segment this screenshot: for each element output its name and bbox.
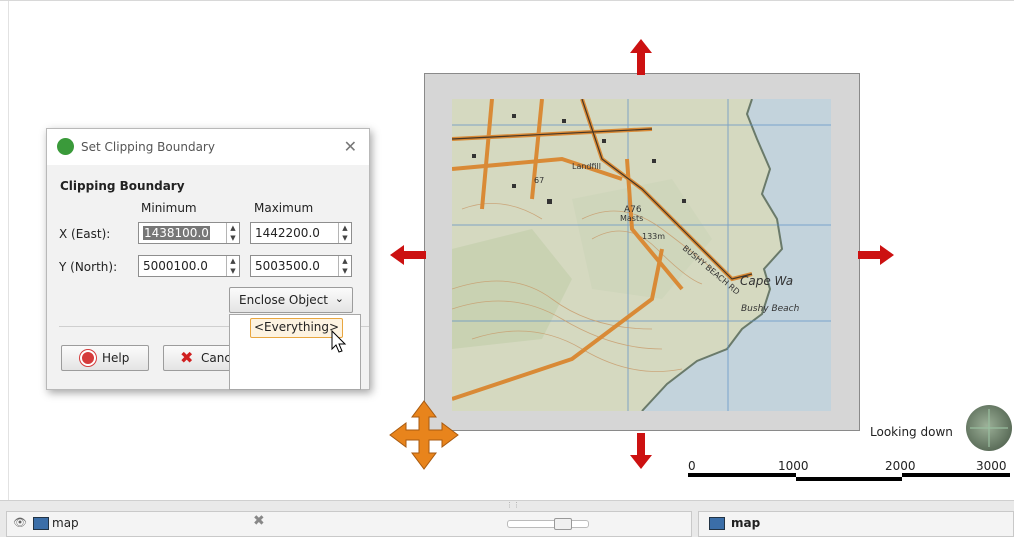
object-name[interactable]: map bbox=[52, 516, 79, 530]
splitter-grip[interactable]: ⋮⋮ bbox=[506, 501, 520, 509]
map-label-landfill: Landfill bbox=[572, 162, 601, 171]
map-label-cape: Cape Wa bbox=[740, 274, 793, 288]
y-max-spinner[interactable]: 5003500.0 ▲ ▼ bbox=[250, 255, 352, 277]
scale-tick-1000: 1000 bbox=[778, 459, 809, 473]
red-x-icon: ✖ bbox=[180, 348, 194, 367]
topographic-map-image: Cape Wa Bushy Beach BUSHY BEACH RD Landf… bbox=[452, 99, 831, 411]
eye-icon[interactable]: 👁 bbox=[13, 516, 27, 529]
enclose-object-label: Enclose Object bbox=[239, 293, 328, 307]
map-label-height: 133m bbox=[642, 232, 665, 241]
map-label-summit: A76 bbox=[624, 205, 642, 215]
map-layer-icon bbox=[709, 517, 725, 530]
compass-icon[interactable] bbox=[966, 405, 1012, 451]
dialog-title: Set Clipping Boundary bbox=[81, 140, 215, 154]
scale-tick-0: 0 bbox=[688, 459, 696, 473]
scale-tick-2000: 2000 bbox=[885, 459, 916, 473]
opacity-slider[interactable] bbox=[507, 518, 589, 530]
objects-panel: 👁 map ✖ bbox=[6, 511, 692, 537]
dialog-titlebar[interactable]: Set Clipping Boundary ✕ bbox=[47, 129, 369, 165]
x-east-label: X (East): bbox=[59, 227, 111, 241]
column-minimum-label: Minimum bbox=[141, 201, 197, 215]
arrow-left-icon[interactable] bbox=[390, 245, 426, 265]
spin-arrows-icon[interactable]: ▲ ▼ bbox=[338, 256, 351, 276]
close-icon[interactable]: ✕ bbox=[344, 137, 357, 156]
mouse-cursor-icon bbox=[331, 330, 347, 353]
scale-tick-3000: 3000 bbox=[976, 459, 1007, 473]
column-maximum-label: Maximum bbox=[254, 201, 314, 215]
move-handle-icon[interactable] bbox=[388, 399, 460, 471]
cancel-label: Canc bbox=[201, 351, 231, 365]
chevron-down-icon: ⌄ bbox=[334, 292, 344, 305]
y-max-value: 5003500.0 bbox=[255, 259, 320, 273]
clipping-icon bbox=[57, 138, 74, 155]
spin-arrows-icon[interactable]: ▲ ▼ bbox=[338, 223, 351, 243]
y-min-spinner[interactable]: 5000100.0 ▲ ▼ bbox=[138, 255, 240, 277]
help-button[interactable]: Help bbox=[61, 345, 149, 371]
map-label-beach: Bushy Beach bbox=[741, 304, 800, 314]
arrow-down-icon[interactable] bbox=[630, 433, 652, 469]
map-label-masts: Masts bbox=[620, 214, 643, 223]
remove-icon[interactable]: ✖ bbox=[253, 513, 265, 529]
slider-thumb[interactable] bbox=[554, 518, 572, 530]
spin-arrows-icon[interactable]: ▲ ▼ bbox=[226, 223, 239, 243]
viewport-divider bbox=[8, 1, 9, 501]
properties-panel: map bbox=[698, 511, 1014, 537]
y-north-label: Y (North): bbox=[59, 260, 118, 274]
map-label-spot: 67 bbox=[534, 176, 544, 185]
bottom-panel-area: ⋮⋮ 👁 map ✖ map bbox=[0, 500, 1014, 537]
spin-arrows-icon[interactable]: ▲ ▼ bbox=[226, 256, 239, 276]
x-min-spinner[interactable]: 1438100.0 ▲ ▼ bbox=[138, 222, 240, 244]
arrow-right-icon[interactable] bbox=[858, 245, 894, 265]
y-min-value: 5000100.0 bbox=[143, 259, 208, 273]
x-max-spinner[interactable]: 1442200.0 ▲ ▼ bbox=[250, 222, 352, 244]
group-title: Clipping Boundary bbox=[60, 179, 185, 193]
enclose-object-button[interactable]: Enclose Object ⌄ bbox=[229, 287, 353, 313]
x-min-value: 1438100.0 bbox=[143, 226, 210, 240]
help-label: Help bbox=[102, 351, 130, 365]
properties-title: map bbox=[731, 516, 761, 530]
map-layer-icon bbox=[33, 517, 49, 530]
lifebuoy-icon bbox=[80, 350, 96, 366]
arrow-up-icon[interactable] bbox=[630, 39, 652, 75]
view-direction-label: Looking down bbox=[870, 425, 953, 439]
x-max-value: 1442200.0 bbox=[255, 226, 320, 240]
